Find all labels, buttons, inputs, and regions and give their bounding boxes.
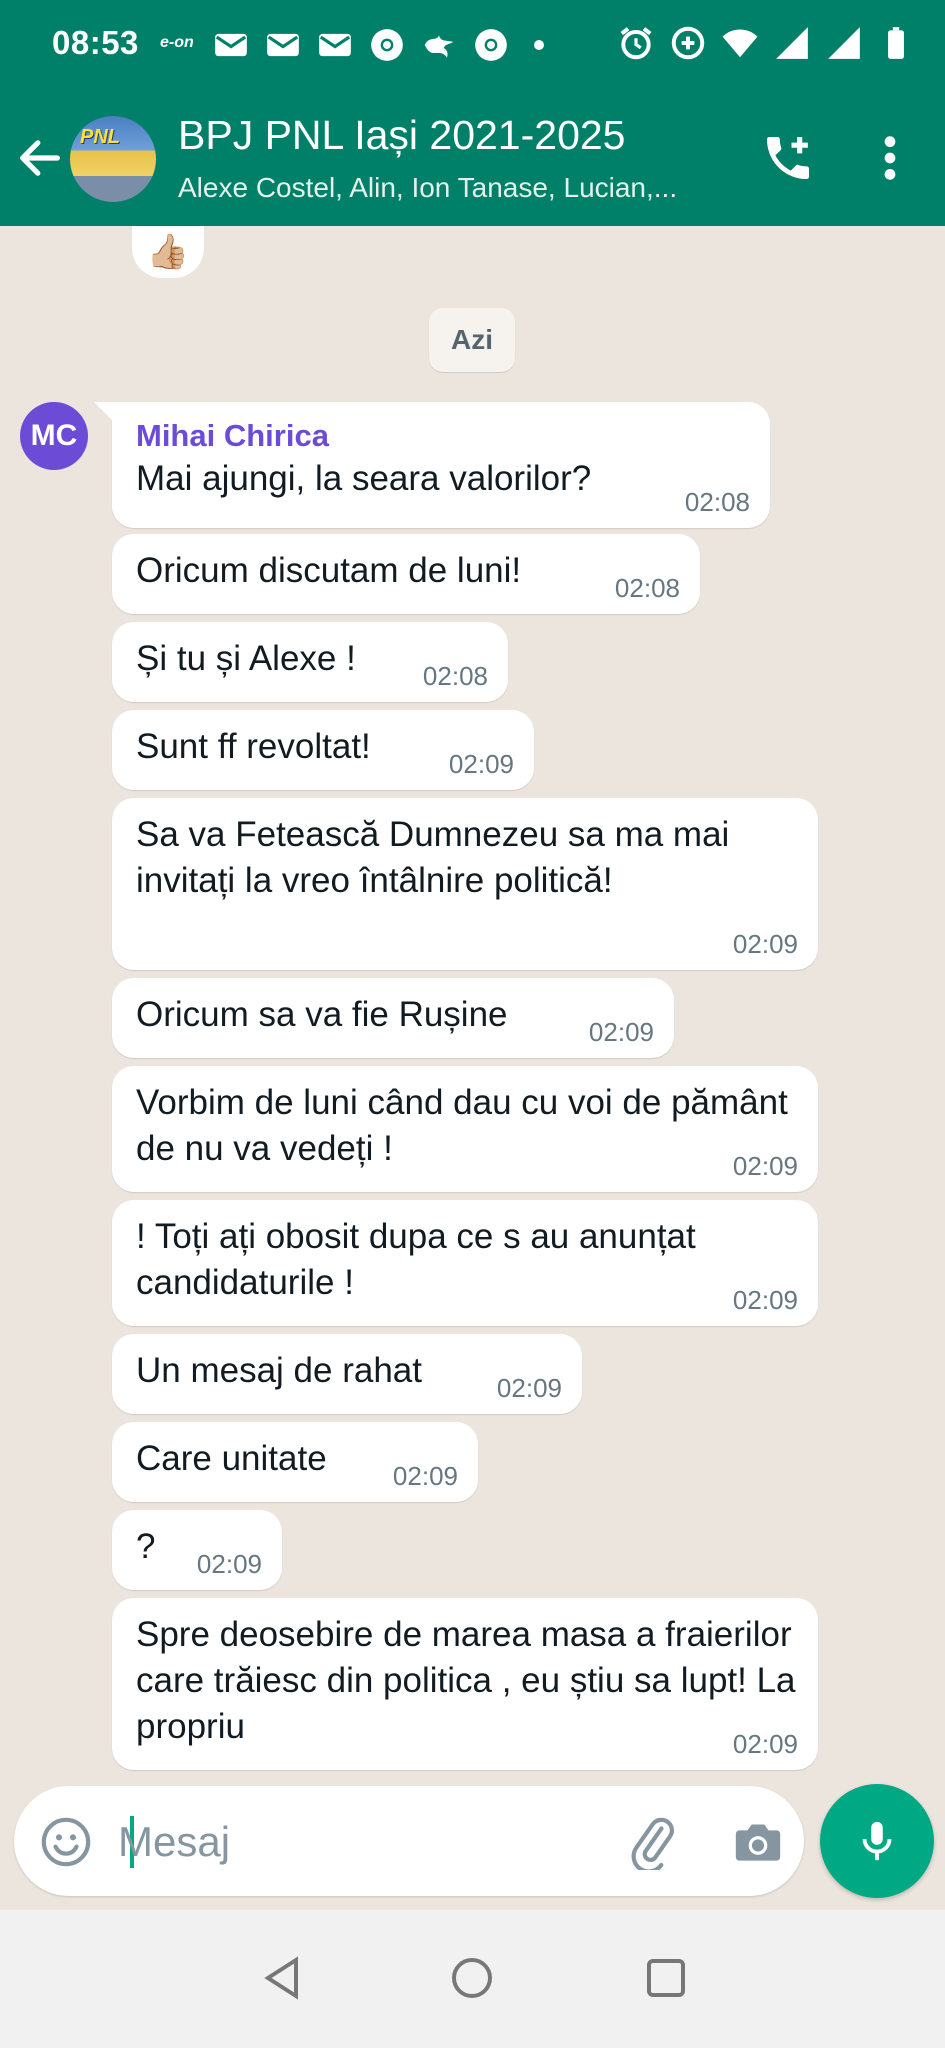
microphone-icon <box>862 1821 892 1861</box>
signal-icon <box>828 27 860 59</box>
sender-avatar[interactable]: MC <box>20 402 88 470</box>
nav-recents-icon[interactable] <box>642 1954 690 2002</box>
chat-area[interactable]: 👍🏼 Azi MC Mihai Chirica Mai ajungi, la s… <box>0 226 945 1786</box>
carrier-label: e-on <box>160 34 194 51</box>
message-time: 02:09 <box>732 1151 798 1181</box>
chat-header: PNL BPJ PNL Iași 2021-2025 Alexe Costel,… <box>0 92 945 226</box>
message-bubble[interactable]: Care unitate 02:09 <box>112 1422 478 1502</box>
message-time: 02:09 <box>392 1461 458 1491</box>
avatar-logo-text: PNL <box>80 126 120 148</box>
message-composer <box>14 1786 804 1896</box>
more-vertical-icon[interactable] <box>868 130 912 186</box>
system-icons <box>617 24 915 62</box>
mail-icon <box>319 33 351 57</box>
message-text: Spre deosebire de marea masa a fraierilo… <box>136 1615 796 1746</box>
message-bubble[interactable]: Vorbim de luni când dau cu voi de pământ… <box>112 1066 818 1192</box>
group-members[interactable]: Alexe Costel, Alin, Ion Tanase, Lucian,.… <box>178 172 738 204</box>
message-time: 02:09 <box>496 1373 562 1403</box>
message-bubble[interactable]: Un mesaj de rahat 02:09 <box>112 1334 582 1414</box>
message-bubble[interactable]: Oricum sa va fie Rușine 02:09 <box>112 978 674 1058</box>
message-bubble[interactable]: Oricum discutam de luni! 02:08 <box>112 534 700 614</box>
dragon-icon <box>424 35 454 58</box>
system-navigation-bar <box>0 1910 945 2048</box>
message-time: 02:08 <box>422 661 488 691</box>
message-text: Un mesaj de rahat <box>136 1351 422 1390</box>
microphone-button[interactable] <box>820 1784 934 1898</box>
message-text: ! Toți ați obosit dupa ce s au anunțat c… <box>136 1217 696 1302</box>
battery-icon <box>888 27 904 59</box>
paperclip-icon[interactable] <box>624 1814 680 1870</box>
alarm-icon <box>620 27 652 60</box>
group-title[interactable]: BPJ PNL Iași 2021-2025 <box>178 112 625 159</box>
message-time: 02:09 <box>588 1017 654 1047</box>
message-bubble[interactable]: Și tu și Alexe ! 02:08 <box>112 622 508 702</box>
message-time: 02:09 <box>732 1729 798 1759</box>
message-bubble[interactable]: ? 02:09 <box>112 1510 282 1590</box>
message-time: 02:09 <box>732 929 798 959</box>
dot-icon <box>534 40 544 50</box>
message-bubble[interactable]: ! Toți ați obosit dupa ce s au anunțat c… <box>112 1200 818 1326</box>
message-time: 02:09 <box>732 1285 798 1315</box>
message-input[interactable] <box>116 1806 600 1878</box>
chrome-icon <box>475 29 507 61</box>
nav-home-icon[interactable] <box>448 1954 496 2002</box>
message-bubble[interactable]: Spre deosebire de marea masa a fraierilo… <box>112 1598 818 1770</box>
emoji-icon[interactable] <box>38 1814 94 1870</box>
message-time: 02:09 <box>196 1549 262 1579</box>
status-time: 08:53 <box>52 24 139 61</box>
message-bubble[interactable]: Mihai Chirica Mai ajungi, la seara valor… <box>94 402 770 528</box>
message-time: 02:08 <box>614 573 680 603</box>
camera-icon[interactable] <box>730 1814 786 1870</box>
data-saver-icon <box>671 26 705 60</box>
nav-back-icon[interactable] <box>258 1954 306 2002</box>
message-time: 02:09 <box>448 749 514 779</box>
phone-add-icon[interactable] <box>760 130 816 186</box>
message-text: Oricum discutam de luni! <box>136 551 522 590</box>
message-bubble[interactable]: Sa va Fetească Dumnezeu sa ma mai invita… <box>112 798 818 970</box>
notification-icons <box>212 26 544 64</box>
status-bar: 08:53 e-on <box>0 0 945 92</box>
message-text: Oricum sa va fie Rușine <box>136 995 508 1034</box>
mail-icon <box>215 33 247 57</box>
wifi-icon <box>722 29 758 58</box>
message-text: Vorbim de luni când dau cu voi de pământ… <box>136 1083 788 1168</box>
chrome-icon <box>371 29 403 61</box>
group-avatar[interactable]: PNL <box>70 116 156 202</box>
message-text: Sa va Fetească Dumnezeu sa ma mai invita… <box>136 815 730 900</box>
message-time: 02:08 <box>684 487 750 517</box>
message-text: Mai ajungi, la seara valorilor? <box>136 459 592 498</box>
mail-icon <box>267 33 299 57</box>
date-separator: Azi <box>429 308 515 372</box>
signal-icon <box>776 27 808 59</box>
sender-name[interactable]: Mihai Chirica <box>136 416 744 456</box>
arrow-left-icon[interactable] <box>14 132 66 184</box>
message-bubble[interactable]: Sunt ff revoltat! 02:09 <box>112 710 534 790</box>
reaction-bubble[interactable]: 👍🏼 <box>132 226 204 278</box>
